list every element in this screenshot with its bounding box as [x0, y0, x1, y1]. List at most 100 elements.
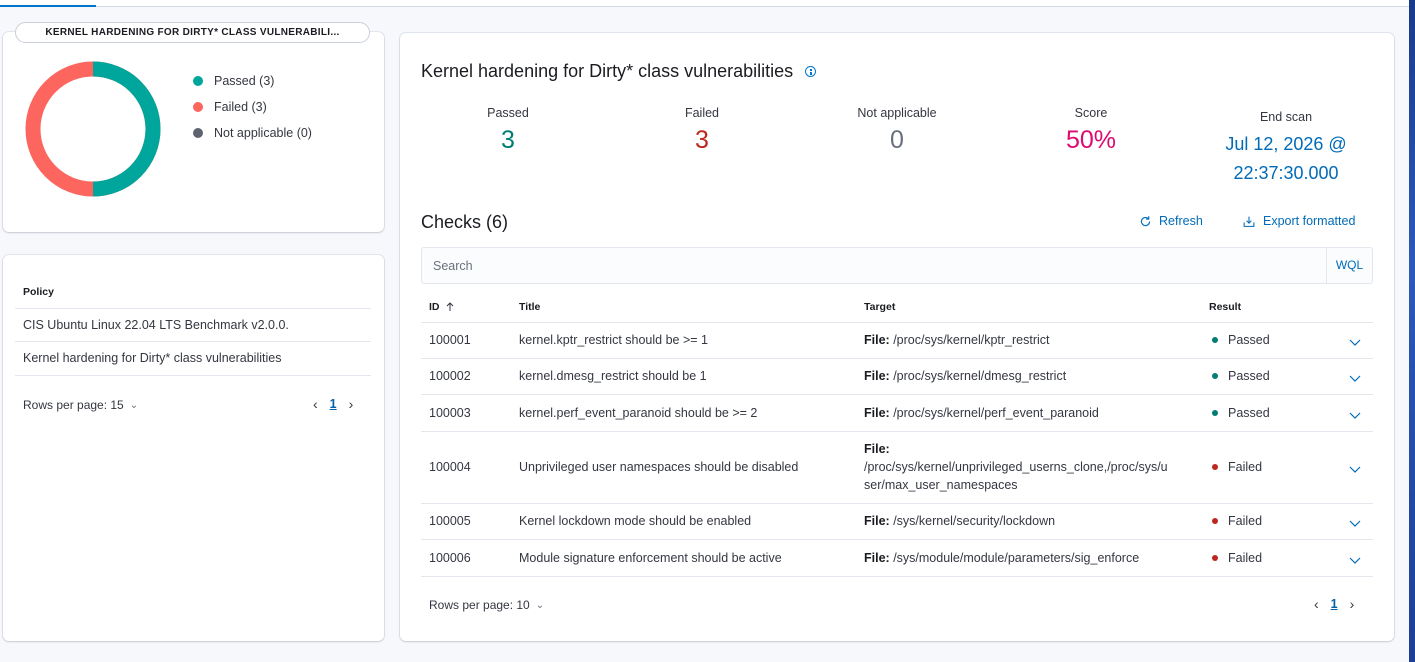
end-scan-value: Jul 12, 2026 @ 22:37:30.000 [1196, 130, 1376, 188]
divider [421, 394, 1373, 395]
policy-row[interactable]: CIS Ubuntu Linux 22.04 LTS Benchmark v2.… [15, 308, 371, 341]
donut-passed-segment [92, 61, 161, 197]
check-title: kernel.dmesg_restrict should be 1 [519, 369, 707, 383]
search-input[interactable]: Search [433, 259, 473, 273]
search-bar[interactable]: Search WQL [421, 247, 1373, 284]
rows-per-page-label: Rows per page: 10 [429, 598, 530, 612]
export-icon [1243, 216, 1255, 227]
divider [421, 503, 1373, 504]
target-label: File: [864, 406, 890, 420]
column-header-id[interactable]: ID [429, 301, 455, 313]
result-label: Passed [1228, 369, 1270, 383]
page-number[interactable]: 1 [322, 397, 345, 411]
stat-passed: Passed 3 [418, 106, 598, 155]
policy-list-panel: Policy CIS Ubuntu Linux 22.04 LTS Benchm… [3, 255, 384, 641]
stat-label: End scan [1259, 110, 1313, 124]
target-path: /sys/module/module/parameters/sig_enforc… [893, 551, 1140, 565]
column-header-title[interactable]: Title [519, 301, 540, 313]
target-label: File: [864, 514, 890, 528]
next-page-icon[interactable]: › [345, 396, 358, 412]
refresh-button[interactable]: Refresh [1139, 214, 1203, 228]
legend-item-failed[interactable]: Failed (3) [193, 94, 312, 120]
divider [421, 358, 1373, 359]
chevron-down-icon[interactable] [1348, 516, 1362, 530]
check-title: Unprivileged user namespaces should be d… [519, 460, 799, 474]
status-donut-chart [25, 61, 161, 197]
target-path-line: ser/max_user_namespaces [864, 478, 1018, 492]
export-formatted-button[interactable]: Export formatted [1242, 214, 1355, 228]
status-dot-passed [1212, 373, 1218, 379]
legend-dot-not-applicable [193, 128, 203, 138]
page-number[interactable]: 1 [1323, 597, 1346, 611]
checks-panel: Kernel hardening for Dirty* class vulner… [400, 33, 1394, 641]
chevron-down-icon[interactable] [1348, 462, 1362, 476]
check-target: File: /proc/sys/kernel/unprivileged_user… [864, 440, 1194, 494]
result-label: Passed [1228, 333, 1270, 347]
wql-toggle-button[interactable]: WQL [1326, 248, 1372, 283]
check-id: 100001 [429, 333, 471, 347]
result-label: Failed [1228, 514, 1263, 528]
target-path-line: /proc/sys/kernel/unprivileged_userns_clo… [864, 460, 1168, 474]
chevron-down-icon[interactable] [1348, 553, 1362, 567]
result-label: Failed [1228, 551, 1263, 565]
check-title: Kernel lockdown mode should be enabled [519, 514, 752, 528]
stat-value: 3 [695, 126, 709, 154]
policy-row[interactable]: Kernel hardening for Dirty* class vulner… [15, 341, 371, 374]
stat-label: Failed [684, 106, 720, 120]
target-label: File: [864, 333, 890, 347]
donut-legend: Passed (3) Failed (3) Not applicable (0) [193, 68, 312, 146]
rows-per-page-selector[interactable]: Rows per page: 15 ⌄ [23, 398, 138, 412]
check-id: 100003 [429, 406, 471, 420]
info-icon[interactable] [805, 66, 817, 77]
check-target: File: /proc/sys/kernel/kptr_restrict [864, 331, 1049, 349]
check-id: 100004 [429, 460, 471, 474]
status-dot-failed [1212, 518, 1218, 524]
rows-per-page-label: Rows per page: 15 [23, 398, 124, 412]
window-edge [1409, 0, 1415, 662]
status-dot-failed [1212, 464, 1218, 470]
divider [15, 375, 371, 376]
legend-item-passed[interactable]: Passed (3) [193, 68, 312, 94]
check-target: File: /sys/kernel/security/lockdown [864, 512, 1055, 530]
checks-heading: Checks (6) [421, 212, 509, 232]
check-id: 100002 [429, 369, 471, 383]
stat-not-applicable: Not applicable 0 [807, 106, 987, 155]
prev-page-icon[interactable]: ‹ [1310, 596, 1323, 612]
chevron-down-icon[interactable] [1348, 371, 1362, 385]
divider [421, 576, 1373, 577]
column-header-label: ID [429, 301, 440, 313]
divider [421, 322, 1373, 323]
check-result: Passed [1212, 333, 1270, 347]
chevron-down-icon[interactable] [1348, 335, 1362, 349]
chevron-down-icon[interactable] [1348, 408, 1362, 422]
status-dot-passed [1212, 337, 1218, 343]
chevron-down-icon: ⌄ [129, 399, 139, 411]
legend-item-not-applicable[interactable]: Not applicable (0) [193, 120, 312, 146]
policy-column-header[interactable]: Policy [23, 286, 54, 298]
target-label: File: [864, 369, 890, 383]
check-title: kernel.kptr_restrict should be >= 1 [519, 333, 708, 347]
column-header-result[interactable]: Result [1209, 301, 1241, 313]
sort-ascending-icon [446, 302, 453, 311]
divider [421, 431, 1373, 432]
active-tab-indicator [0, 5, 96, 7]
prev-page-icon[interactable]: ‹ [309, 396, 322, 412]
status-dot-failed [1212, 555, 1218, 561]
divider [421, 539, 1373, 540]
stat-label: Passed [487, 106, 529, 120]
check-result: Failed [1212, 551, 1262, 565]
legend-dot-failed [193, 102, 203, 112]
check-id: 100005 [429, 514, 471, 528]
target-path: /proc/sys/kernel/perf_event_paranoid [893, 406, 1099, 420]
stat-score: Score 50% [1001, 106, 1181, 155]
column-header-target[interactable]: Target [864, 301, 895, 313]
check-result: Failed [1212, 460, 1262, 474]
next-page-icon[interactable]: › [1346, 596, 1359, 612]
rows-per-page-selector[interactable]: Rows per page: 10 ⌄ [429, 598, 544, 612]
policy-title: Kernel hardening for Dirty* class vulner… [421, 61, 817, 82]
result-label: Passed [1228, 406, 1270, 420]
legend-label: Failed (3) [214, 100, 267, 114]
check-result: Failed [1212, 514, 1262, 528]
checks-pagination: ‹ 1 › [1310, 596, 1358, 612]
stat-end-scan: End scan Jul 12, 2026 @ 22:37:30.000 [1196, 110, 1376, 188]
